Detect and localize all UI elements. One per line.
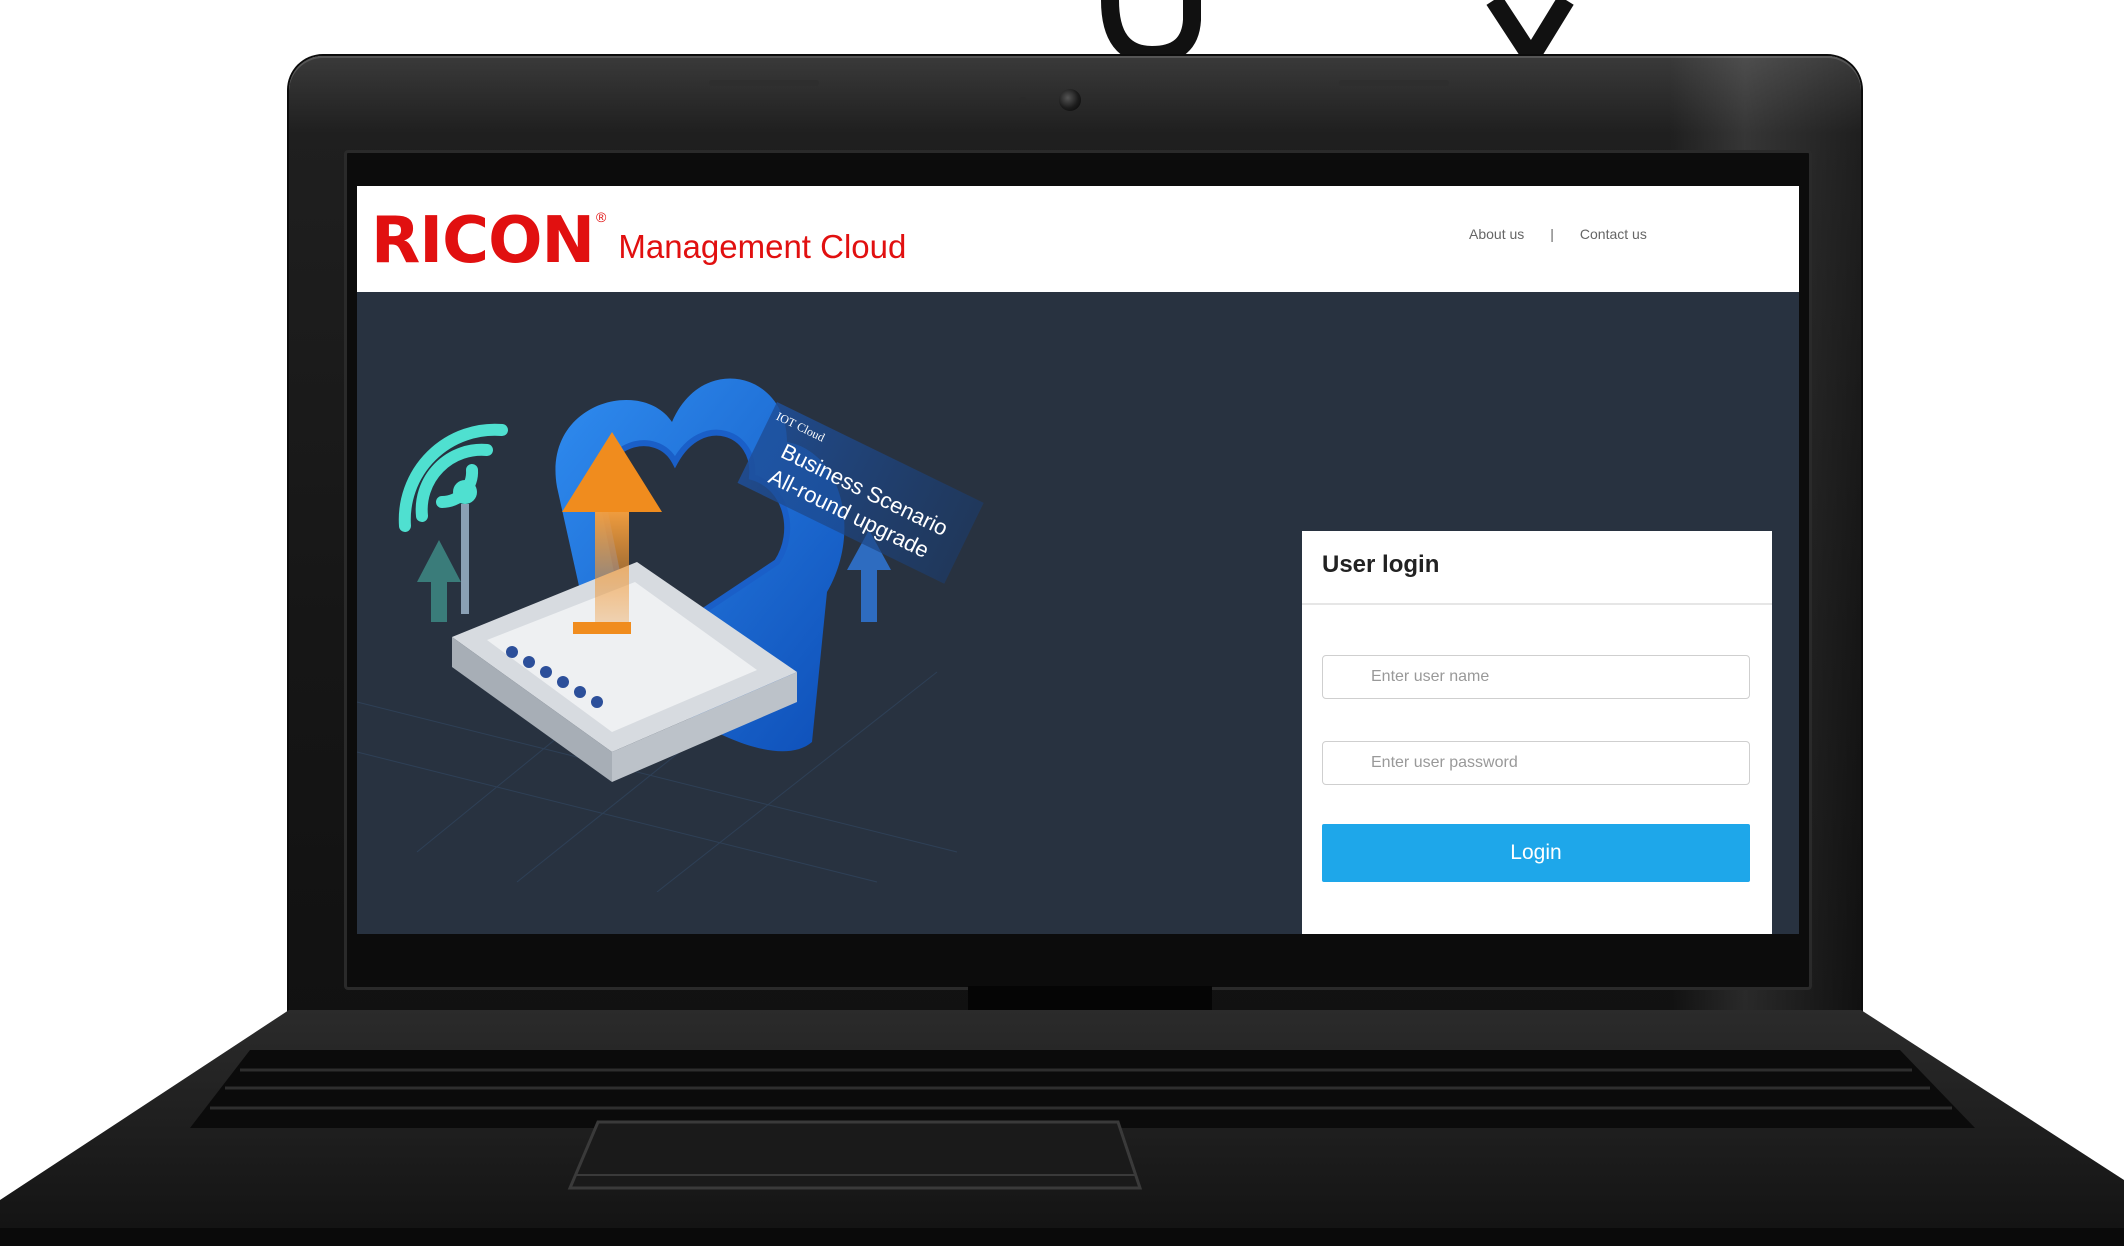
password-input[interactable] (1322, 741, 1750, 785)
nav-separator: | (1550, 226, 1554, 242)
login-title: User login (1322, 551, 1440, 578)
about-us-link[interactable]: About us (1469, 226, 1524, 242)
contact-us-link[interactable]: Contact us (1580, 226, 1647, 242)
login-card: User login Login (1302, 531, 1772, 934)
laptop-base (0, 1010, 2124, 1246)
cloud-router-illustration: IOT Cloud Business Scenario All-round up… (357, 378, 984, 892)
hero-section: IOT Cloud Business Scenario All-round up… (357, 292, 1799, 934)
up-arrow-icon (417, 540, 461, 622)
cropped-headline (0, 0, 2124, 60)
header-nav: About us | Contact us (1469, 226, 1647, 242)
headline-glyph-fragments (1101, 0, 1574, 60)
microphone-hole (1019, 97, 1027, 105)
logo-subtitle: Management Cloud (618, 228, 907, 265)
wifi-icon (398, 423, 508, 614)
webcam-icon (1059, 89, 1081, 111)
login-divider (1302, 603, 1772, 605)
laptop-screen: RICON ® Management Cloud About us | Cont… (357, 186, 1799, 934)
login-button[interactable]: Login (1322, 824, 1750, 882)
registered-mark: ® (596, 209, 607, 225)
site-header: RICON ® Management Cloud About us | Cont… (357, 186, 1799, 292)
brand-logo[interactable]: RICON ® Management Cloud (371, 204, 906, 278)
username-input[interactable] (1322, 655, 1750, 699)
touchpad (567, 1120, 1143, 1190)
lid-slot (709, 80, 819, 86)
logo-brand-text: RICON (371, 204, 595, 278)
lid-slot (1339, 80, 1449, 86)
